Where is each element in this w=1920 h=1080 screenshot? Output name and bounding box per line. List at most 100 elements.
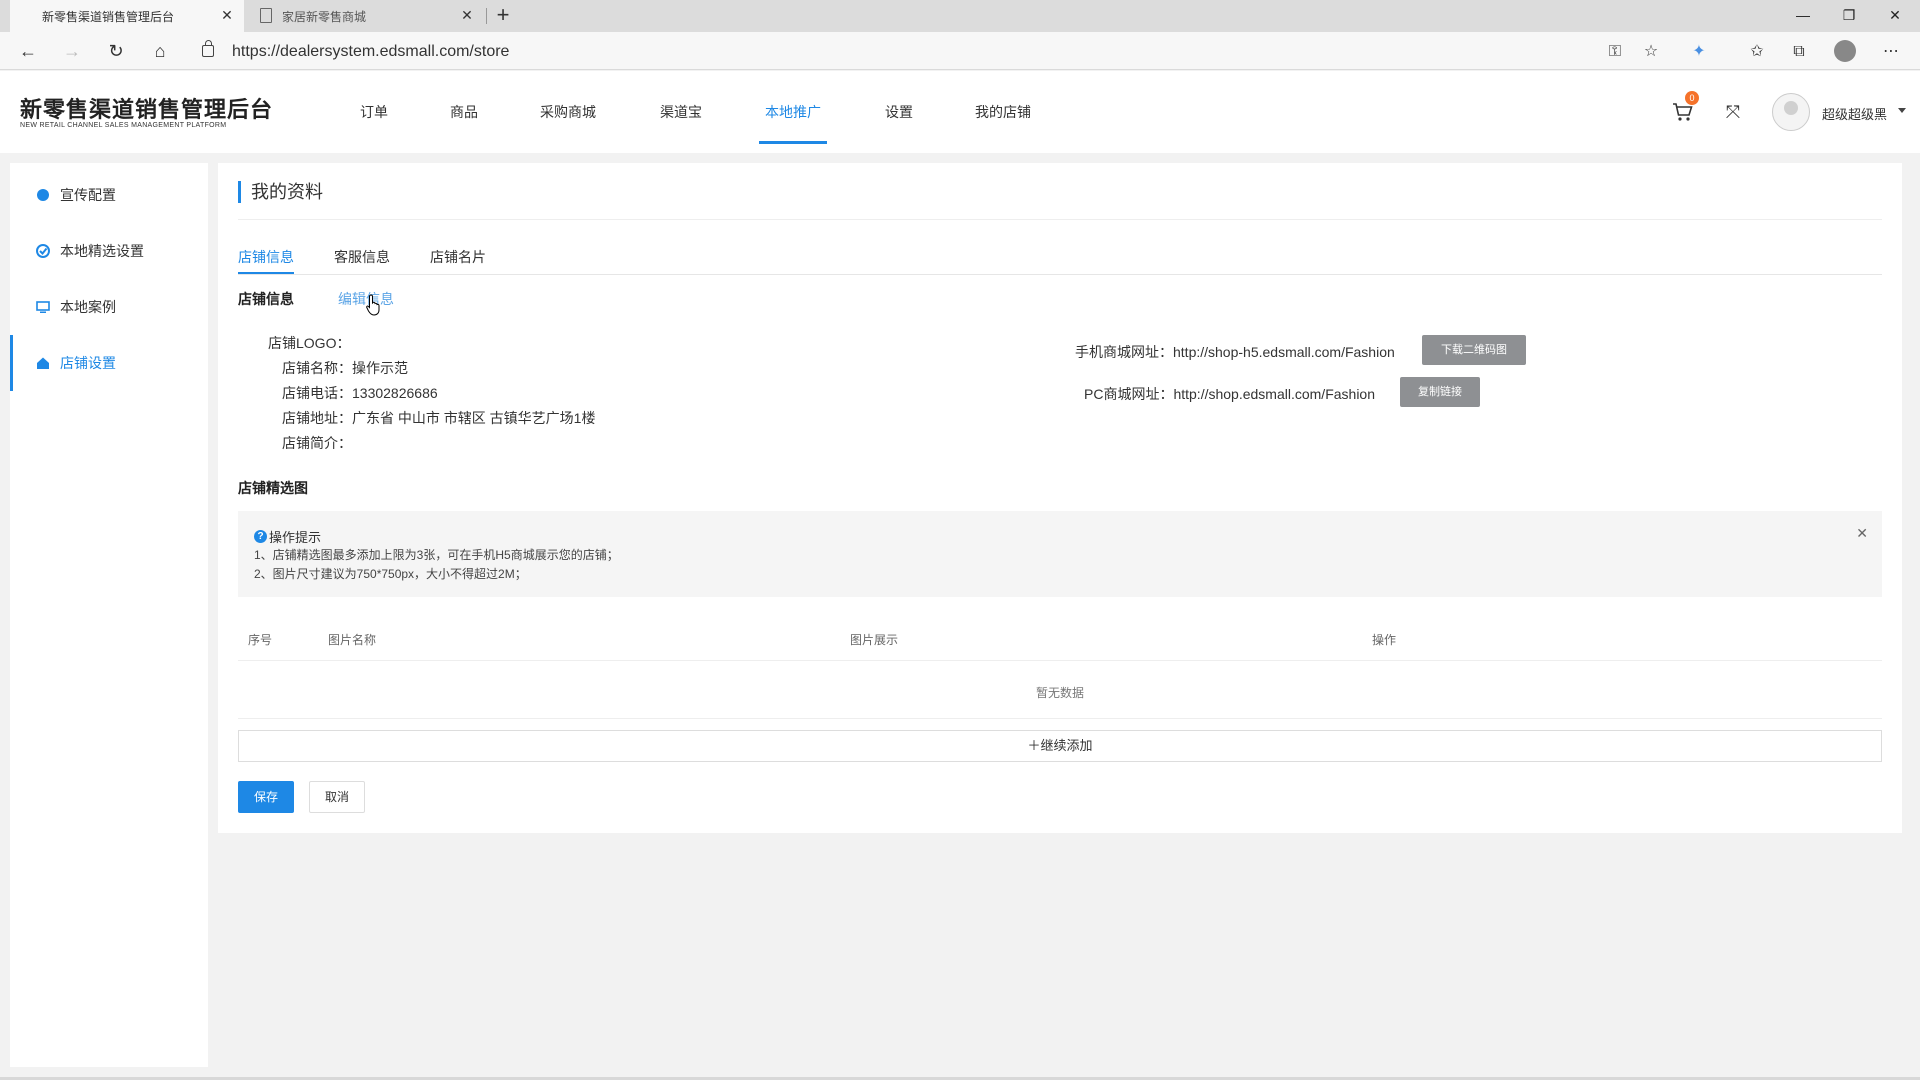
- save-button[interactable]: 保存: [238, 781, 294, 813]
- browser-tab-inactive[interactable]: 家居新零售商城 ✕: [252, 0, 484, 32]
- home-icon: [37, 357, 49, 369]
- app-header: 新零售渠道销售管理后台 NEW RETAIL CHANNEL SALES MAN…: [0, 71, 1920, 153]
- chevron-down-icon[interactable]: [1898, 108, 1906, 113]
- table-header-image-name: 图片名称: [328, 633, 377, 647]
- forward-icon[interactable]: →: [60, 39, 84, 63]
- tip-title: ? 操作提示: [254, 527, 321, 546]
- store-name-value: 操作示范: [352, 360, 408, 376]
- sidebar-item-store-settings[interactable]: 店铺设置: [10, 335, 208, 391]
- sidebar-item-label: 店铺设置: [60, 355, 116, 371]
- tab-store-card[interactable]: 店铺名片: [430, 247, 486, 267]
- pc-url-value: http://shop.edsmall.com/Fashion: [1173, 386, 1375, 402]
- browser-address-bar: ← → ↻ ⌂ https://dealersystem.edsmall.com…: [0, 32, 1920, 70]
- tip-line: 1、店铺精选图最多添加上限为3张，可在手机H5商城展示您的店铺；: [254, 548, 619, 562]
- nav-local-promotion[interactable]: 本地推广: [759, 71, 827, 153]
- url-text: https://dealersystem.edsmall.com/store: [232, 43, 510, 60]
- section-heading-store-info: 店铺信息: [238, 291, 294, 307]
- operation-tip-box: ? 操作提示 1、店铺精选图最多添加上限为3张，可在手机H5商城展示您的店铺； …: [238, 511, 1882, 597]
- more-menu-icon[interactable]: ⋯: [1880, 41, 1902, 63]
- new-tab-icon[interactable]: +: [492, 4, 514, 26]
- tip-title-text: 操作提示: [269, 530, 322, 545]
- home-icon[interactable]: ⌂: [148, 39, 172, 63]
- user-avatar[interactable]: [1772, 93, 1810, 131]
- refresh-icon[interactable]: ↻: [104, 39, 128, 63]
- sidebar-item-local-cases[interactable]: 本地案例: [10, 283, 208, 331]
- download-qr-button[interactable]: 下载二维码图: [1422, 335, 1526, 365]
- sidebar-item-label: 宣传配置: [60, 187, 116, 203]
- sidebar-item-local-featured[interactable]: 本地精选设置: [10, 227, 208, 275]
- favorites-list-icon[interactable]: ✩: [1746, 41, 1768, 63]
- tab-title: 新零售渠道销售管理后台: [42, 9, 175, 24]
- table-header-image-preview: 图片展示: [850, 633, 899, 647]
- fullscreen-icon[interactable]: ⤧: [1723, 102, 1743, 122]
- brand-subtitle: NEW RETAIL CHANNEL SALES MANAGEMENT PLAT…: [20, 122, 227, 129]
- extension-icon[interactable]: ✦: [1688, 41, 1710, 63]
- page-title: 我的资料: [238, 181, 323, 203]
- divider: [238, 219, 1882, 220]
- cart-count-badge: 0: [1685, 91, 1699, 105]
- browser-tab-active[interactable]: 新零售渠道销售管理后台 ✕: [10, 0, 244, 32]
- favorite-star-icon[interactable]: ☆: [1640, 41, 1662, 63]
- nav-channel-treasure[interactable]: 渠道宝: [660, 71, 702, 153]
- field-label: PC商城网址：: [1084, 386, 1174, 402]
- store-phone-row: 店铺电话：13302826686: [282, 383, 438, 403]
- divider: [238, 718, 1882, 719]
- field-label: 店铺LOGO：: [268, 335, 351, 351]
- store-logo-row: 店铺LOGO：: [268, 333, 350, 353]
- divider: [238, 274, 1882, 275]
- nav-products[interactable]: 商品: [450, 71, 478, 153]
- hand-cursor-icon: [366, 294, 380, 316]
- nav-my-store[interactable]: 我的店铺: [975, 71, 1031, 153]
- collections-icon[interactable]: ⧉: [1788, 41, 1810, 63]
- nav-purchase-mall[interactable]: 采购商城: [540, 71, 596, 153]
- store-phone-value: 13302826686: [352, 385, 438, 401]
- main-panel: 我的资料 店铺信息 客服信息 店铺名片 店铺信息 编辑信息 店铺LOGO： 店铺…: [218, 163, 1902, 833]
- table-header-index: 序号: [248, 633, 273, 647]
- cancel-button[interactable]: 取消: [309, 781, 365, 813]
- url-field[interactable]: https://dealersystem.edsmall.com/store: [190, 36, 1670, 66]
- back-icon[interactable]: ←: [16, 39, 40, 63]
- key-icon[interactable]: ⚿: [1604, 41, 1626, 63]
- maximize-icon[interactable]: ❐: [1826, 0, 1872, 30]
- lock-icon: [202, 40, 214, 57]
- sidebar-item-label: 本地案例: [60, 299, 116, 315]
- check-circle-icon: [36, 244, 50, 258]
- monitor-icon: [36, 301, 50, 313]
- question-icon: ?: [254, 530, 267, 543]
- divider: [238, 660, 1882, 661]
- nav-settings[interactable]: 设置: [885, 71, 913, 153]
- table-header-action: 操作: [1372, 633, 1397, 647]
- tab-customer-service[interactable]: 客服信息: [334, 247, 390, 267]
- tab-close-icon[interactable]: ✕: [460, 8, 474, 22]
- tab-title: 家居新零售商城: [282, 9, 367, 24]
- tab-separator: [486, 8, 487, 24]
- table-empty-text: 暂无数据: [1035, 686, 1084, 700]
- minimize-icon[interactable]: —: [1780, 0, 1826, 30]
- sidebar: 宣传配置 本地精选设置 本地案例 店铺设置: [10, 163, 208, 1067]
- tab-close-icon[interactable]: ✕: [220, 8, 234, 22]
- close-icon[interactable]: ✕: [1856, 525, 1868, 542]
- megaphone-icon: [37, 189, 49, 201]
- mobile-url-row: 手机商城网址：http://shop-h5.edsmall.com/Fashio…: [1075, 342, 1395, 362]
- mobile-url-value: http://shop-h5.edsmall.com/Fashion: [1173, 344, 1395, 360]
- store-address-row: 店铺地址：广东省 中山市 市辖区 古镇华艺广场1楼: [282, 408, 595, 428]
- field-label: 店铺电话：: [282, 385, 352, 401]
- nav-orders[interactable]: 订单: [360, 71, 388, 153]
- username[interactable]: 超级超级黑: [1822, 104, 1887, 123]
- store-name-row: 店铺名称：操作示范: [282, 358, 408, 378]
- field-label: 店铺简介：: [282, 435, 352, 451]
- field-label: 手机商城网址：: [1075, 344, 1173, 360]
- sidebar-item-label: 本地精选设置: [60, 243, 144, 259]
- pc-url-row: PC商城网址：http://shop.edsmall.com/Fashion: [1084, 384, 1375, 404]
- brand-title: 新零售渠道销售管理后台: [20, 97, 274, 122]
- window-close-icon[interactable]: ✕: [1872, 0, 1918, 30]
- tip-line: 2、图片尺寸建议为750*750px，大小不得超过2M；: [254, 567, 527, 581]
- page-icon: [260, 8, 272, 23]
- sidebar-item-promotion-config[interactable]: 宣传配置: [10, 171, 208, 219]
- add-more-button[interactable]: ＋继续添加: [238, 730, 1882, 762]
- tab-store-info[interactable]: 店铺信息: [238, 247, 294, 267]
- copy-link-button[interactable]: 复制链接: [1400, 377, 1480, 407]
- profile-icon[interactable]: [1834, 40, 1856, 62]
- store-intro-row: 店铺简介：: [282, 433, 352, 453]
- section-heading-featured: 店铺精选图: [238, 480, 308, 496]
